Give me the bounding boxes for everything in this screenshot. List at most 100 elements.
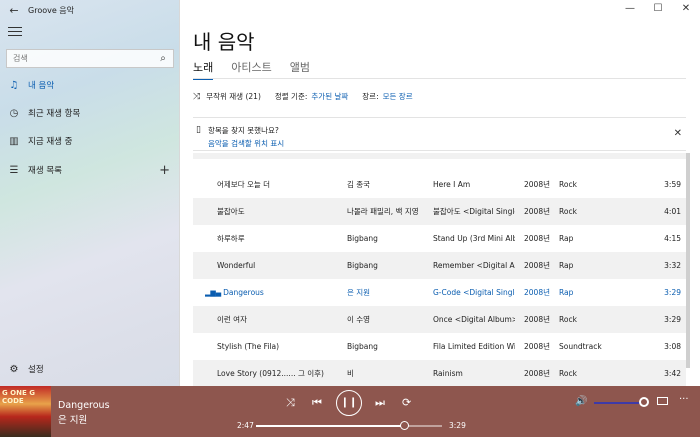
missing-items-notice: ▯ 항목을 찾지 못했나요? 음악을 검색할 위치 표시 ✕ (193, 117, 686, 151)
song-title: 어제보다 오늘 더 (217, 180, 271, 189)
sidebar-item-label: 내 음악 (28, 81, 55, 91)
previous-icon[interactable]: ⏮ (312, 396, 322, 410)
song-artist[interactable]: Bigbang (347, 225, 431, 252)
search-box[interactable]: ⌕ (6, 49, 174, 68)
repeat-icon[interactable]: ⟳ (402, 396, 411, 409)
song-title: Stylish (The Fila) (217, 342, 280, 351)
song-artist[interactable]: Bigbang (347, 333, 431, 360)
song-duration: 4:01 (664, 207, 681, 216)
table-row[interactable]: 하루하루 Bigbang Stand Up (3rd Mini Album) 2… (193, 225, 686, 252)
song-artist[interactable]: 은 지원 (347, 279, 431, 306)
gear-icon: ⚙ (9, 363, 19, 375)
table-row-now-playing[interactable]: ▂▆▄Dangerous 은 지원 G-Code <Digital Single… (193, 279, 686, 306)
main-content: — ☐ ✕ 내 음악 노래 아티스트 앨범 ⤨ 무작위 재생 (21) 정렬 기… (181, 0, 700, 386)
seek-thumb[interactable] (400, 421, 410, 430)
volume-thumb[interactable] (639, 397, 649, 407)
song-album[interactable]: Once <Digital Album> (433, 306, 515, 333)
more-options-icon[interactable]: ··· (679, 394, 689, 405)
now-playing-title[interactable]: Dangerous (58, 400, 110, 411)
song-artist[interactable]: 이 수영 (347, 306, 431, 333)
song-title: Dangerous (223, 288, 264, 297)
song-genre: Soundtrack (559, 342, 602, 351)
tab-songs[interactable]: 노래 (193, 59, 214, 80)
song-title: Wonderful (217, 261, 256, 270)
song-album[interactable]: Remember <Digital Album> (433, 252, 515, 279)
song-genre: Rap (559, 288, 574, 297)
sidebar-item-recent[interactable]: ◷ 최근 재생 항목 (0, 102, 180, 124)
window-controls: — ☐ ✕ (616, 0, 700, 20)
tab-artists[interactable]: 아티스트 (231, 59, 271, 80)
notice-title: 항목을 찾지 못했나요? (208, 126, 279, 135)
shuffle-all-button[interactable]: 무작위 재생 (21) (206, 91, 261, 102)
search-icon[interactable]: ⌕ (153, 53, 173, 64)
app-title: Groove 음악 (28, 5, 75, 15)
sidebar-item-label: 설정 (28, 365, 44, 375)
song-year: 2008년 (524, 288, 550, 297)
table-row[interactable]: 어제보다 오늘 더 김 종국 Here I Am 2008년 Rock 3:59 (193, 171, 686, 198)
song-album[interactable]: Stand Up (3rd Mini Album) (433, 225, 515, 252)
playlist-icon: ☰ (9, 164, 19, 176)
table-row[interactable]: Love Story (0912...... 그 이후) 비 Rainism 2… (193, 360, 686, 386)
current-time: 2:47 (237, 421, 254, 430)
total-time: 3:29 (449, 421, 466, 430)
add-playlist-icon[interactable]: + (159, 163, 170, 178)
album-art[interactable]: G ONE G CODE (0, 386, 51, 437)
genre-label: 장르: (362, 92, 379, 101)
clock-icon: ◷ (9, 107, 19, 119)
table-row[interactable]: Wonderful Bigbang Remember <Digital Albu… (193, 252, 686, 279)
volume-slider[interactable] (594, 402, 642, 404)
song-duration: 3:32 (664, 261, 681, 270)
song-year: 2008년 (524, 369, 550, 378)
table-row[interactable]: 이런 여자 이 수영 Once <Digital Album> 2008년 Ro… (193, 306, 686, 333)
table-row[interactable]: Stylish (The Fila) Bigbang Fila Limited … (193, 333, 686, 360)
song-album[interactable]: G-Code <Digital Single> (433, 279, 515, 306)
shuffle-icon[interactable]: ⤨ (193, 92, 200, 102)
song-list: 어제보다 오늘 더 김 종국 Here I Am 2008년 Rock 3:59… (193, 153, 686, 386)
scrollbar[interactable] (686, 153, 690, 368)
song-title-cell: ▂▆▄ Dangerous (205, 279, 343, 306)
song-artist[interactable]: 김 종국 (347, 171, 431, 198)
sidebar-item-playlists[interactable]: ☰ 재생 목록 + (0, 159, 180, 181)
sidebar-item-label: 재생 목록 (28, 166, 62, 176)
song-album[interactable]: Here I Am (433, 171, 515, 198)
tab-albums[interactable]: 앨범 (290, 59, 310, 80)
choose-locations-link[interactable]: 음악을 검색할 위치 표시 (208, 138, 284, 149)
hamburger-menu-icon[interactable] (8, 27, 22, 37)
sidebar-item-my-music[interactable]: ♫ 내 음악 (0, 74, 180, 96)
sort-label: 정렬 기준: (274, 92, 308, 101)
song-artist[interactable]: Bigbang (347, 252, 431, 279)
pause-button[interactable]: ❙❙ (336, 390, 362, 416)
table-row[interactable]: 불잡아도 나몰라 패밀리, 백 지영 불잡아도 <Digital Single>… (193, 198, 686, 225)
song-genre: Rock (559, 180, 577, 189)
search-input[interactable] (13, 54, 153, 63)
song-year: 2008년 (524, 342, 550, 351)
seek-bar[interactable] (256, 421, 442, 430)
close-icon[interactable]: ✕ (672, 0, 700, 20)
song-genre: Rap (559, 261, 574, 270)
song-artist[interactable]: 나몰라 패밀리, 백 지영 (347, 198, 431, 225)
minimize-icon[interactable]: — (616, 0, 644, 20)
toolbar: ⤨ 무작위 재생 (21) 정렬 기준: 추가된 날짜 장르: 모든 장르 (193, 91, 413, 102)
genre-dropdown[interactable]: 모든 장르 (383, 91, 413, 102)
sidebar: ← Groove 음악 ⌕ ♫ 내 음악 ◷ 최근 재생 항목 ▥ 지금 재생 … (0, 0, 180, 386)
sidebar-item-settings[interactable]: ⚙ 설정 (0, 358, 180, 380)
close-icon[interactable]: ✕ (674, 128, 682, 139)
next-icon[interactable]: ⏭ (375, 396, 385, 410)
song-album[interactable]: Fila Limited Edition With (433, 333, 515, 360)
mini-view-icon[interactable] (657, 397, 668, 405)
song-duration: 3:08 (664, 342, 681, 351)
maximize-icon[interactable]: ☐ (644, 0, 672, 20)
volume-icon[interactable]: 🔊 (575, 396, 587, 407)
song-duration: 3:29 (664, 288, 681, 297)
sort-dropdown[interactable]: 추가된 날짜 (311, 91, 348, 102)
shuffle-icon[interactable]: ⤨ (286, 396, 295, 410)
equalizer-icon: ▥ (9, 135, 19, 147)
song-artist[interactable]: 비 (347, 360, 431, 386)
song-album[interactable]: Rainism (433, 360, 515, 386)
album-art-text: G ONE G CODE (2, 389, 35, 405)
now-playing-artist[interactable]: 은 지원 (58, 412, 87, 426)
sidebar-item-now-playing[interactable]: ▥ 지금 재생 중 (0, 130, 180, 152)
song-album[interactable]: 불잡아도 <Digital Single> (433, 198, 515, 225)
song-genre: Rock (559, 207, 577, 216)
back-arrow-icon[interactable]: ← (0, 4, 28, 17)
